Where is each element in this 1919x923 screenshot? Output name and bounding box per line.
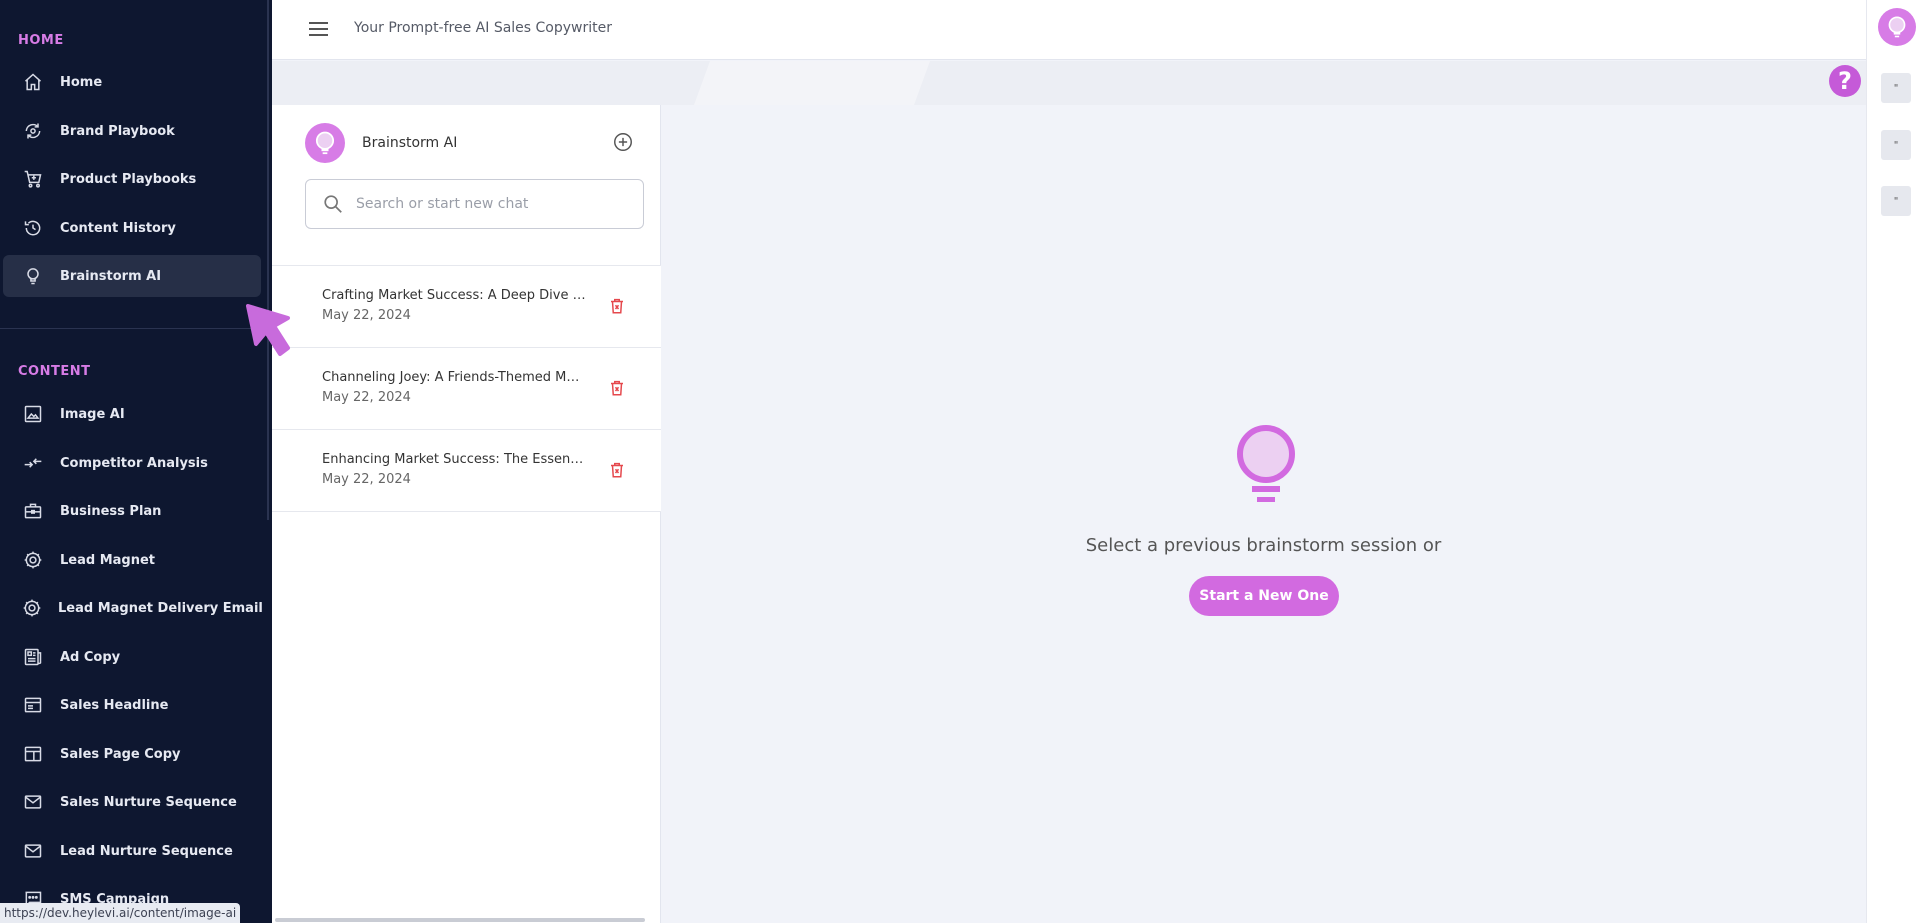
newspaper-icon xyxy=(22,646,44,668)
sidebar-item-label: Lead Magnet xyxy=(60,552,156,568)
sidebar-item-ad-copy[interactable]: Ad Copy xyxy=(3,636,261,678)
sidebar-item-label: Lead Magnet Delivery Email xyxy=(58,600,263,616)
sidebar-item-competitor-analysis[interactable]: Competitor Analysis xyxy=(3,442,261,484)
sidebar-item-product-playbooks[interactable]: Product Playbooks xyxy=(3,158,261,200)
strip-quote-button-2[interactable]: " xyxy=(1881,130,1911,160)
sidebar: HOME Home Brand Playbook Product Playboo… xyxy=(0,0,272,923)
section-title-home: HOME xyxy=(18,33,64,48)
chat-list-item[interactable]: Enhancing Market Success: The Essential … xyxy=(272,430,661,512)
chat-date: May 22, 2024 xyxy=(322,390,411,405)
sidebar-item-label: Lead Nurture Sequence xyxy=(60,843,233,859)
home-icon xyxy=(22,71,44,93)
chat-title: Enhancing Market Success: The Essential … xyxy=(322,452,587,467)
user-avatar[interactable] xyxy=(1878,8,1916,46)
header-background-band xyxy=(272,61,1866,105)
new-chat-button[interactable] xyxy=(612,131,634,153)
panel-horizontal-scrollbar[interactable] xyxy=(275,918,645,922)
sidebar-item-sales-headline[interactable]: Sales Headline xyxy=(3,684,261,726)
sidebar-item-label: Sales Nurture Sequence xyxy=(60,794,237,810)
start-new-session-button[interactable]: Start a New One xyxy=(1189,576,1339,616)
strip-quote-button-1[interactable]: " xyxy=(1881,73,1911,103)
chat-title: Channeling Joey: A Friends-Themed Market… xyxy=(322,370,587,385)
image-icon xyxy=(22,403,44,425)
empty-state-message: Select a previous brainstorm session or xyxy=(1085,535,1442,556)
sidebar-item-label: Sales Page Copy xyxy=(60,746,181,762)
sidebar-item-sales-page-copy[interactable]: Sales Page Copy xyxy=(3,733,261,775)
sidebar-item-home[interactable]: Home xyxy=(3,61,261,103)
briefcase-icon xyxy=(22,500,44,522)
sidebar-scrollbar[interactable] xyxy=(267,0,269,520)
search-icon xyxy=(324,195,342,213)
lightbulb-icon xyxy=(22,265,44,287)
page-copy-icon xyxy=(22,743,44,765)
sidebar-item-business-plan[interactable]: Business Plan xyxy=(3,490,261,532)
cart-icon xyxy=(22,168,44,190)
trash-icon[interactable] xyxy=(608,378,626,398)
brainstorm-avatar xyxy=(305,123,345,163)
sidebar-item-label: Competitor Analysis xyxy=(60,455,208,471)
status-bar-url: https://dev.heylevi.ai/content/image-ai xyxy=(0,903,241,923)
sidebar-item-label: Brand Playbook xyxy=(60,123,175,139)
help-button[interactable]: ? xyxy=(1829,65,1861,97)
top-header: Your Prompt-free AI Sales Copywriter xyxy=(272,0,1866,60)
empty-state: Select a previous brainstorm session or … xyxy=(661,105,1866,923)
header-title: Your Prompt-free AI Sales Copywriter xyxy=(354,20,613,36)
sidebar-item-label: Ad Copy xyxy=(60,649,121,665)
lightbulb-icon xyxy=(315,131,335,155)
chat-date: May 22, 2024 xyxy=(322,472,411,487)
sidebar-item-sales-nurture-sequence[interactable]: Sales Nurture Sequence xyxy=(3,781,261,823)
chat-date: May 22, 2024 xyxy=(322,308,411,323)
sidebar-item-lead-magnet-delivery-email[interactable]: Lead Magnet Delivery Email xyxy=(3,587,263,629)
sidebar-item-lead-nurture-sequence[interactable]: Lead Nurture Sequence xyxy=(3,830,261,872)
sidebar-item-content-history[interactable]: Content History xyxy=(3,207,261,249)
trash-icon[interactable] xyxy=(608,296,626,316)
plus-circle-icon xyxy=(614,133,632,151)
magnet-email-icon xyxy=(22,597,42,619)
hamburger-menu-button[interactable] xyxy=(308,18,330,40)
sidebar-item-label: Sales Headline xyxy=(60,697,169,713)
sidebar-item-brainstorm-ai[interactable]: Brainstorm AI xyxy=(3,255,261,297)
sidebar-item-label: Brainstorm AI xyxy=(60,268,162,284)
compare-arrows-icon xyxy=(22,452,44,474)
magnet-icon xyxy=(22,549,44,571)
lightbulb-icon xyxy=(1237,425,1295,502)
sidebar-item-label: Business Plan xyxy=(60,503,162,519)
sidebar-divider xyxy=(0,328,272,329)
sidebar-item-label: Image AI xyxy=(60,406,125,422)
panel-title: Brainstorm AI xyxy=(362,135,458,151)
lightbulb-icon xyxy=(1888,16,1906,38)
mail-icon xyxy=(22,840,44,862)
section-title-content: CONTENT xyxy=(18,364,91,379)
sidebar-item-label: Content History xyxy=(60,220,176,236)
sidebar-item-image-ai[interactable]: Image AI xyxy=(3,393,261,435)
chat-list-item[interactable]: Channeling Joey: A Friends-Themed Market… xyxy=(272,348,661,430)
sidebar-item-label: Home xyxy=(60,74,103,90)
sidebar-item-brand-playbook[interactable]: Brand Playbook xyxy=(3,110,261,152)
chat-list-panel: Brainstorm AI Crafting Market Success: A… xyxy=(272,105,661,923)
sidebar-item-lead-magnet[interactable]: Lead Magnet xyxy=(3,539,261,581)
history-icon xyxy=(22,217,44,239)
search-field[interactable] xyxy=(305,179,644,229)
brand-playbook-icon xyxy=(22,120,44,142)
sidebar-item-label: Product Playbooks xyxy=(60,171,197,187)
strip-quote-button-3[interactable]: " xyxy=(1881,186,1911,216)
chat-list-item[interactable]: Crafting Market Success: A Deep Dive int… xyxy=(272,266,661,348)
search-input[interactable] xyxy=(356,196,616,212)
trash-icon[interactable] xyxy=(608,460,626,480)
chat-title: Crafting Market Success: A Deep Dive int… xyxy=(322,288,587,303)
headline-icon xyxy=(22,694,44,716)
mail-icon xyxy=(22,791,44,813)
